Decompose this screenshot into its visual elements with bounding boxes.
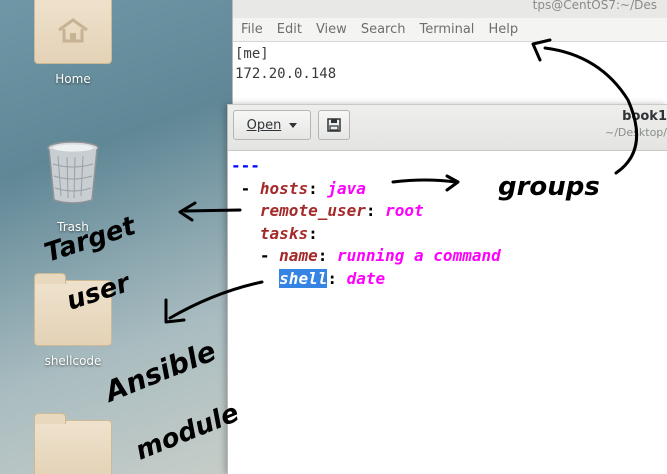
desktop-icon-shellcode[interactable]: shellcode [28,273,118,368]
terminal-output[interactable]: [me] 172.20.0.148 [233,42,667,86]
editor-headerbar: Open book1 ~/Desktop/ [228,105,667,151]
trash-icon [47,141,99,204]
menu-edit[interactable]: Edit [277,22,302,37]
open-button[interactable]: Open [233,110,311,140]
yaml-doc-start: --- [231,156,260,175]
menu-terminal[interactable]: Terminal [419,22,474,37]
desktop-icon-trash[interactable]: Trash [28,140,118,234]
folder-icon [34,0,112,64]
yaml-key-tasks: tasks [259,223,309,243]
yaml-value-name: running a command [336,246,501,265]
code-line-1: --- [231,155,667,178]
document-name: book1 [622,109,667,124]
menu-view[interactable]: View [316,22,347,37]
editor-title: book1 ~/Desktop/ [605,109,667,139]
terminal-window[interactable]: tps@CentOS7:~/Des File Edit View Search … [232,0,667,104]
yaml-key-remote-user: remote_user [259,201,366,220]
chevron-down-icon [289,122,298,128]
terminal-line: [me] [235,46,269,62]
desktop-icon-home[interactable]: Home [28,0,118,86]
editor-window[interactable]: Open book1 ~/Desktop/ --- - hosts: java … [227,104,667,474]
code-line-2: - hosts: java [231,178,366,198]
yaml-value-hosts: java [327,178,366,198]
code-line-3: remote_user: root [259,201,424,220]
terminal-menubar: File Edit View Search Terminal Help [233,18,667,42]
code-area[interactable]: --- - hosts: java remote_user: root task… [228,151,667,290]
folder-icon [34,413,112,474]
menu-file[interactable]: File [241,22,263,37]
arrow-head [178,201,197,222]
desktop-icon-label: Home [55,72,91,86]
save-button[interactable] [318,110,350,140]
desktop-icon-label: shellcode [44,354,102,368]
yaml-value-shell: date [346,268,386,288]
terminal-title: tps@CentOS7:~/Des [233,0,667,18]
yaml-value-remote-user: root [385,201,424,220]
home-icon [58,18,88,43]
save-icon [327,118,341,132]
arrow-head [164,298,186,324]
terminal-line: 172.20.0.148 [235,66,337,82]
open-button-label: Open [246,117,282,133]
code-line-5: - name: running a command [231,246,501,265]
menu-help[interactable]: Help [488,22,518,37]
code-line-4: tasks: [259,223,318,243]
code-line-6: shell: date [279,268,386,288]
yaml-key-shell-selected: shell [279,268,328,288]
desktop-icon-folder[interactable] [28,413,118,474]
document-path: ~/Desktop/ [605,126,667,139]
yaml-key-hosts: hosts [259,178,309,198]
folder-icon [34,273,112,346]
desktop-icon-label: Trash [57,220,89,234]
yaml-key-name: name [279,246,318,265]
menu-search[interactable]: Search [361,22,406,37]
